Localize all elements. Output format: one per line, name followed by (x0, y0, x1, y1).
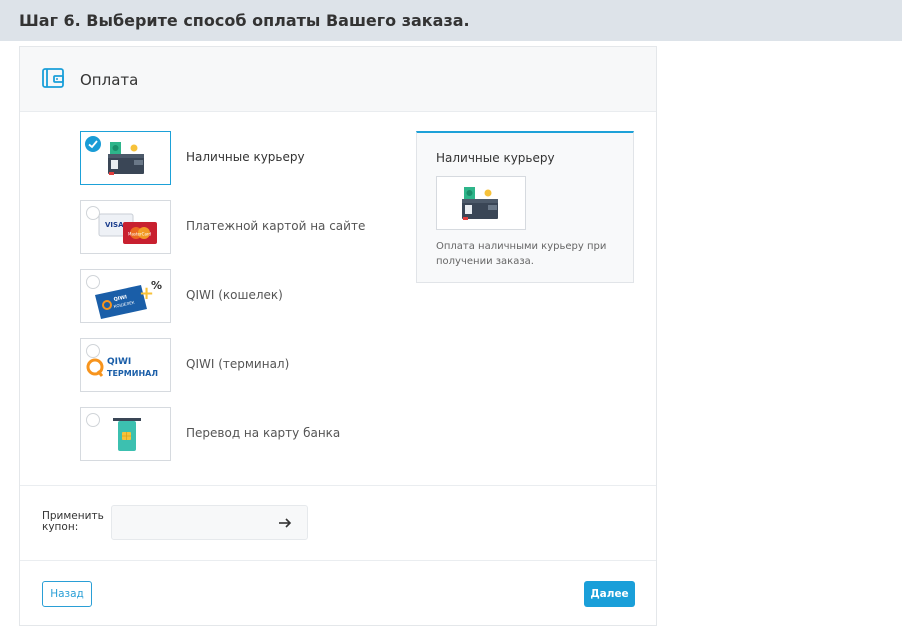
info-card-description: Оплата наличными курьеру при получении з… (436, 241, 607, 267)
radio-checked-icon[interactable] (85, 136, 101, 152)
payment-option-label: Наличные курьеру (186, 150, 305, 164)
radio-unchecked-icon[interactable] (86, 413, 100, 427)
panel-header: Оплата (20, 47, 656, 112)
panel-title: Оплата (80, 71, 139, 89)
coupon-field[interactable] (111, 505, 308, 540)
visa-logo-text: VISA (105, 221, 124, 229)
payment-panel: Оплата Наличные курьеру VISA MasterCard … (19, 46, 657, 626)
payment-option-label: Перевод на карту банка (186, 426, 341, 440)
qiwi-wallet-icon: QIWI КОШЕЛЕК + % (95, 279, 162, 319)
radio-unchecked-icon[interactable] (86, 206, 100, 220)
info-card-image (436, 176, 526, 230)
info-card-title: Наличные курьеру (436, 151, 555, 165)
arrow-right-icon[interactable] (277, 515, 293, 531)
wallet-icon (42, 68, 64, 88)
payment-option-label: QIWI (кошелек) (186, 288, 283, 302)
step-header: Шаг 6. Выберите способ оплаты Вашего зак… (0, 0, 902, 41)
divider (20, 560, 656, 561)
percent-sign-text: % (151, 279, 162, 292)
payment-option-qiwi-terminal[interactable]: QIWI ТЕРМИНАЛ QIWI (терминал) (80, 338, 640, 392)
bank-card-icon (113, 418, 141, 451)
coupon-label: Применить купон: (42, 510, 104, 533)
next-button[interactable]: Далее (584, 581, 635, 607)
cash-wallet-icon (462, 187, 498, 220)
payment-info-card: Наличные курьеру Оплата наличными курьер… (416, 131, 634, 283)
cash-wallet-icon (108, 142, 144, 175)
step-title: Шаг 6. Выберите способ оплаты Вашего зак… (19, 11, 470, 30)
payment-option-label: QIWI (терминал) (186, 357, 290, 371)
radio-unchecked-icon[interactable] (86, 344, 100, 358)
coupon-input[interactable] (120, 512, 270, 534)
divider (20, 485, 656, 486)
payment-option-label: Платежной картой на сайте (186, 219, 366, 233)
qiwi-logo-text: QIWI (107, 357, 131, 367)
payment-option-bank-transfer[interactable]: Перевод на карту банка (80, 407, 640, 461)
mastercard-logo-text: MasterCard (128, 232, 151, 237)
visa-mastercard-icon: VISA MasterCard (98, 213, 157, 244)
terminal-logo-text: ТЕРМИНАЛ (107, 369, 158, 378)
radio-unchecked-icon[interactable] (86, 275, 100, 289)
back-button[interactable]: Назад (42, 581, 92, 607)
